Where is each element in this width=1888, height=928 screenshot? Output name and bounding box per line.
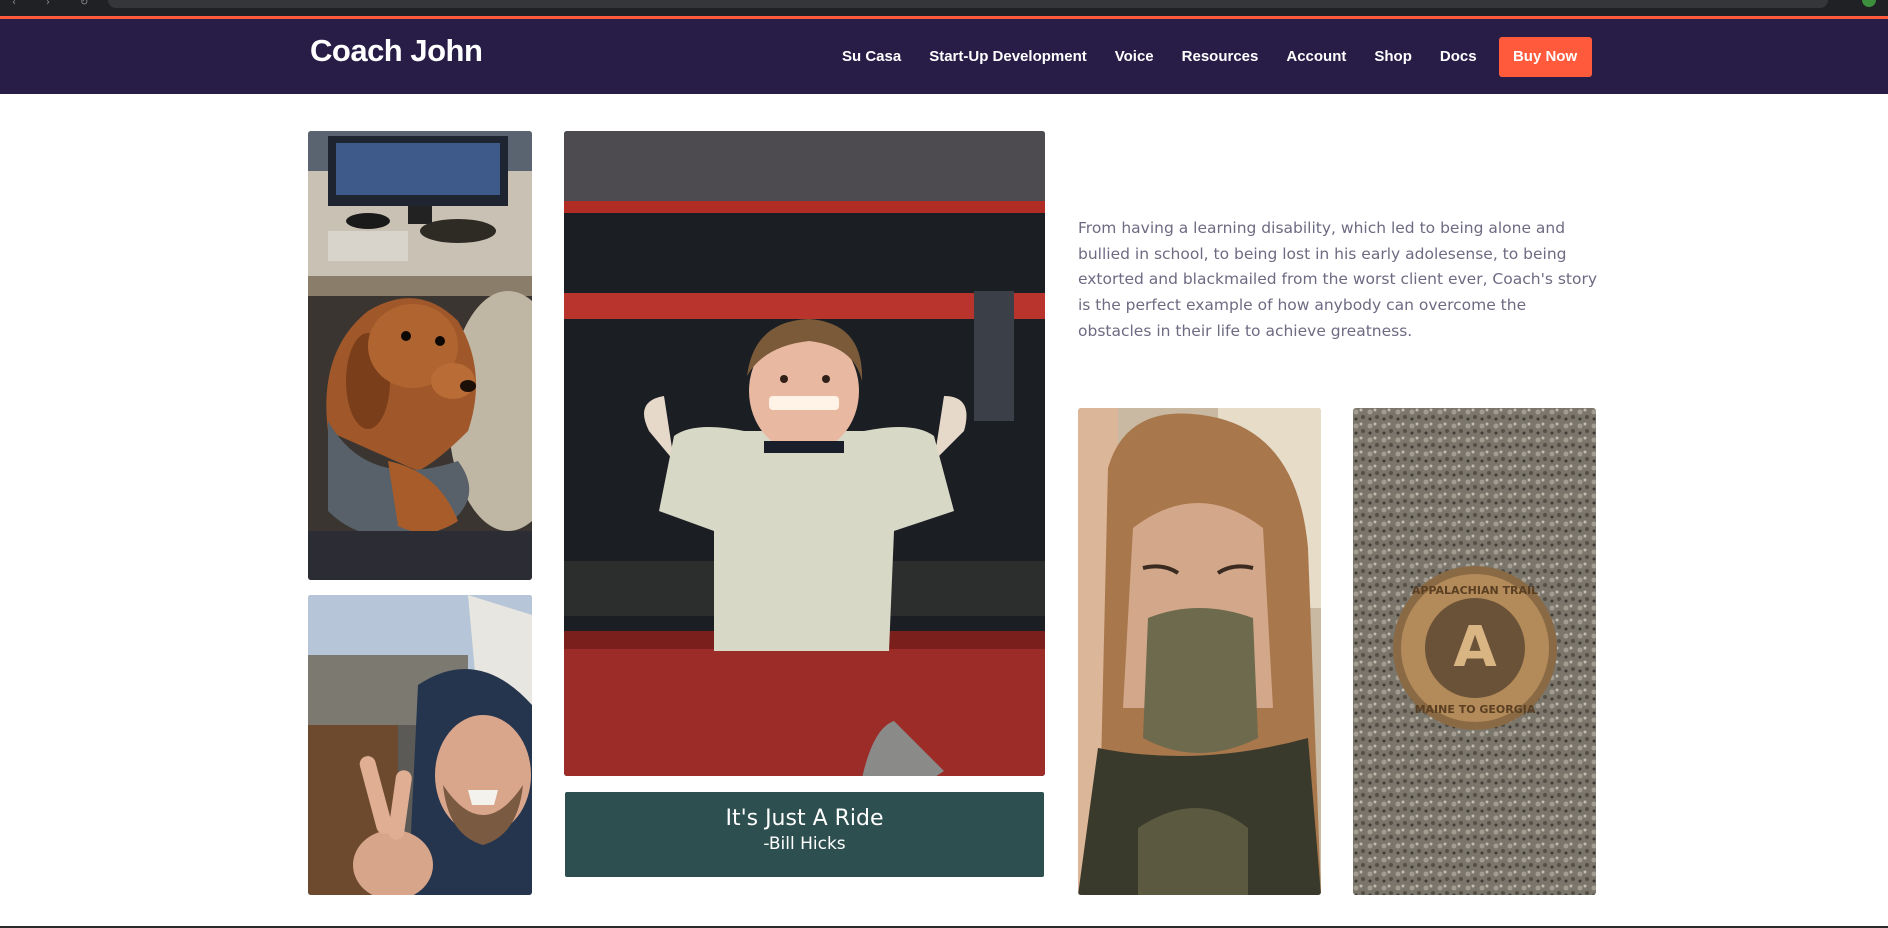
- quote-text: It's Just A Ride: [725, 806, 884, 831]
- nav-account[interactable]: Account: [1286, 48, 1346, 65]
- profile-avatar[interactable]: [1862, 0, 1876, 7]
- selfie-photo: [308, 595, 532, 895]
- brand-logo[interactable]: Coach John: [310, 33, 483, 69]
- site-header: Coach John Su Casa Start-Up Development …: [0, 19, 1888, 94]
- dog-photo: [308, 131, 532, 580]
- back-icon[interactable]: ‹: [12, 0, 24, 8]
- main-nav: Su Casa Start-Up Development Voice Resou…: [842, 19, 1592, 94]
- nav-resources[interactable]: Resources: [1182, 48, 1259, 65]
- trail-marker-top-text: APPALACHIAN TRAIL: [1412, 584, 1538, 597]
- trail-marker-bottom-text: MAINE TO GEORGIA: [1415, 703, 1536, 716]
- forward-icon[interactable]: ›: [46, 0, 58, 8]
- nav-shop[interactable]: Shop: [1374, 48, 1412, 65]
- reload-icon[interactable]: ↻: [80, 0, 92, 8]
- nav-su-casa[interactable]: Su Casa: [842, 48, 901, 65]
- quote-author: -Bill Hicks: [763, 834, 846, 854]
- masked-portrait-photo: [1078, 408, 1321, 895]
- browser-toolbar: ‹ › ↻: [0, 0, 1888, 16]
- buy-now-button[interactable]: Buy Now: [1498, 36, 1592, 77]
- appalachian-trail-photo: A APPALACHIAN TRAIL MAINE TO GEORGIA: [1353, 408, 1596, 895]
- quote-card: It's Just A Ride -Bill Hicks: [565, 792, 1044, 877]
- trail-marker-letter: A: [1453, 615, 1497, 680]
- address-bar[interactable]: [108, 0, 1828, 8]
- nav-docs[interactable]: Docs: [1440, 48, 1477, 65]
- childhood-photo: [564, 131, 1045, 776]
- story-paragraph: From having a learning disability, which…: [1078, 219, 1598, 340]
- nav-start-up-development[interactable]: Start-Up Development: [929, 48, 1087, 65]
- nav-voice[interactable]: Voice: [1115, 48, 1154, 65]
